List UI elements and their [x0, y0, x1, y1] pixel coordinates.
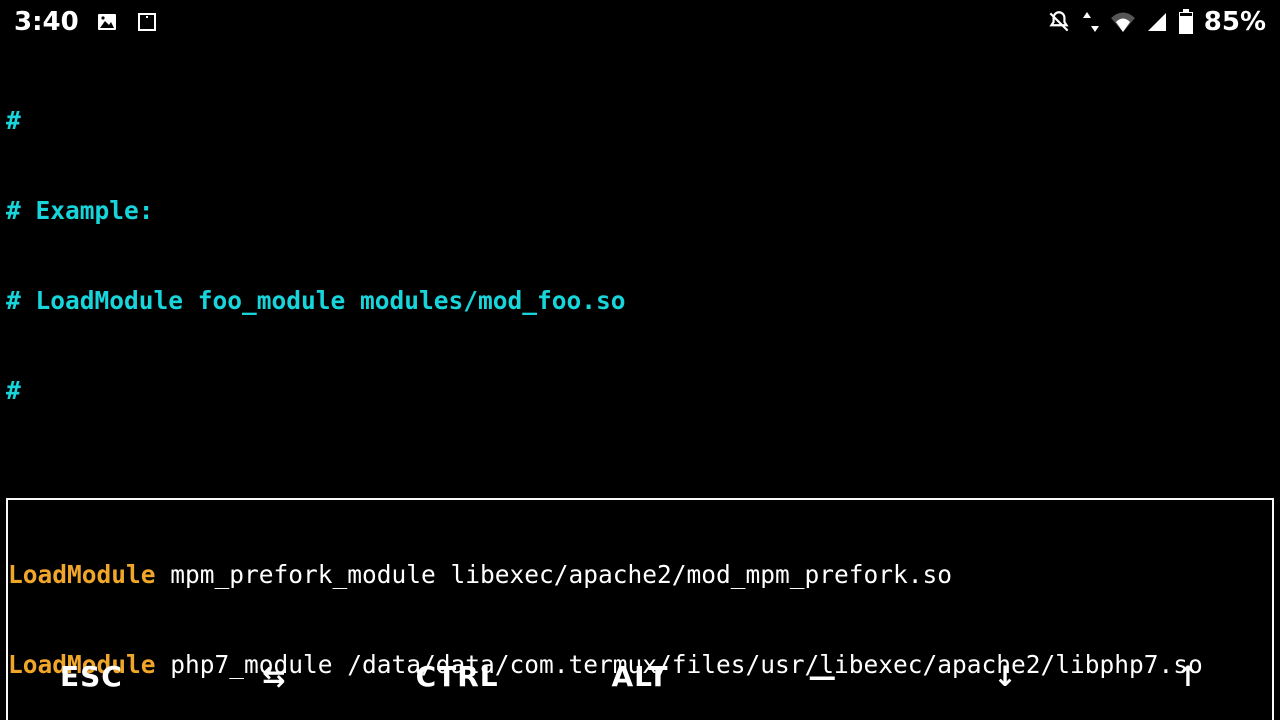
key-esc[interactable]: ESC [2, 660, 181, 693]
code-line: # [6, 106, 21, 135]
code-line: # [6, 376, 21, 405]
code-keyword: LoadModule [8, 560, 156, 589]
key-ctrl[interactable]: CTRL [368, 660, 547, 693]
key-tab[interactable]: ⇆ [185, 660, 364, 693]
key-arrow-down[interactable]: ↓ [916, 660, 1095, 693]
code-text: mpm_prefork_module libexec/apache2/mod_m… [156, 560, 953, 589]
wifi-icon [1110, 11, 1136, 33]
key-dash[interactable]: — [733, 660, 912, 693]
square-dot-icon [135, 10, 159, 34]
terminal-editor[interactable]: # # Example: # LoadModule foo_module mod… [0, 44, 1280, 720]
picture-icon [95, 10, 119, 34]
cell-signal-icon [1146, 11, 1168, 33]
key-alt[interactable]: ALT [550, 660, 729, 693]
code-line: # Example: [6, 196, 154, 225]
android-status-bar: 3:40 85% [0, 0, 1280, 44]
battery-percent: 85% [1204, 7, 1266, 37]
code-line: # LoadModule foo_module modules/mod_foo.… [6, 286, 626, 315]
notifications-off-icon [1046, 9, 1072, 35]
battery-icon [1178, 9, 1194, 35]
termux-extra-keys: ESC ⇆ CTRL ALT — ↓ ↑ [0, 646, 1280, 706]
data-arrows-icon [1082, 10, 1100, 34]
key-arrow-up[interactable]: ↑ [1099, 660, 1278, 693]
clock: 3:40 [14, 7, 79, 37]
